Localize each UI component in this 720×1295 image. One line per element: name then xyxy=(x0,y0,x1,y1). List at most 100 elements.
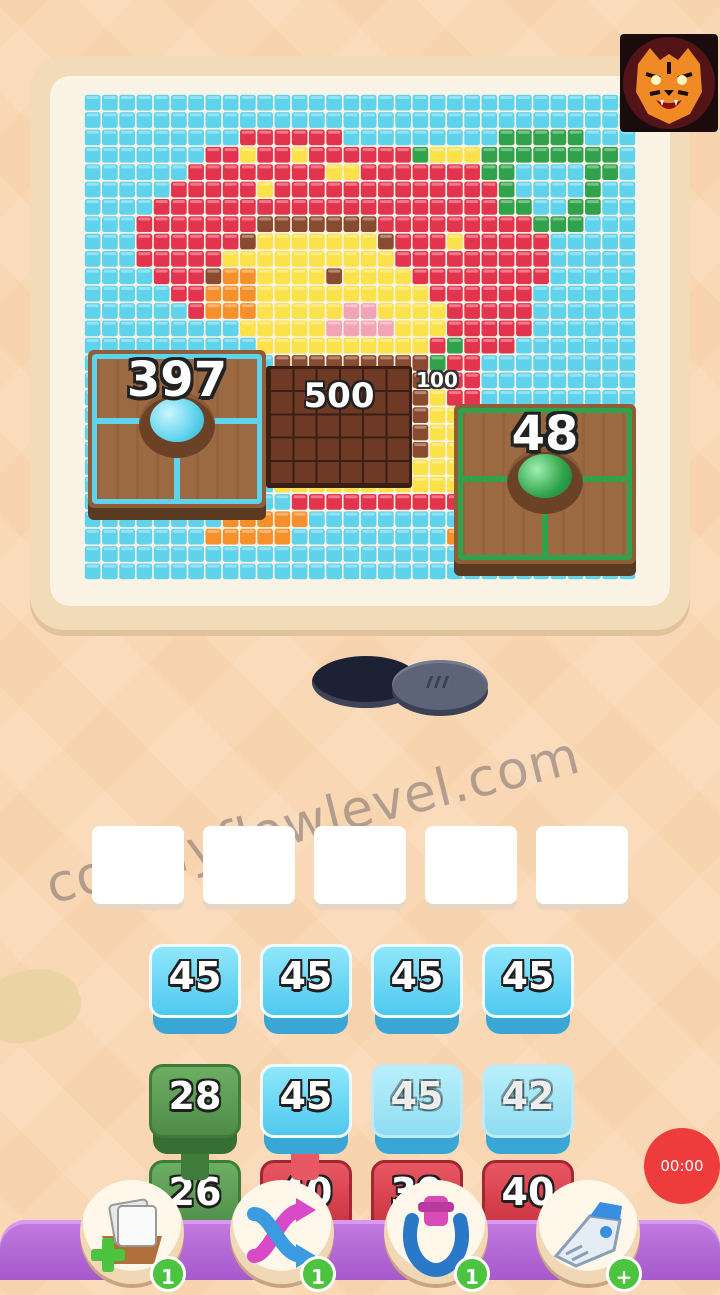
pixel-highlight xyxy=(431,148,444,152)
pixel-highlight xyxy=(241,321,254,325)
pixel-highlight xyxy=(466,234,479,238)
add-card-button[interactable]: 1 xyxy=(80,1180,186,1292)
pixel-highlight xyxy=(103,304,116,308)
pixel-highlight xyxy=(414,321,427,325)
pixel-highlight xyxy=(604,321,617,325)
pixel-highlight xyxy=(293,356,306,360)
pixel-highlight xyxy=(483,130,496,134)
pixel-highlight xyxy=(569,252,582,256)
pixel-highlight xyxy=(293,269,306,273)
pixel-highlight xyxy=(345,512,358,516)
pixel-highlight xyxy=(586,165,599,169)
tile-blue[interactable]: 45 xyxy=(149,944,241,1040)
pixel-highlight xyxy=(172,512,185,516)
pixel-highlight xyxy=(414,234,427,238)
pixel-highlight xyxy=(276,564,289,568)
vacuum-button[interactable]: + xyxy=(536,1180,642,1292)
pixel-highlight xyxy=(310,495,323,499)
pixel-highlight xyxy=(224,130,237,134)
pixel-highlight xyxy=(276,200,289,204)
pixel-highlight xyxy=(466,564,479,568)
pixel-highlight xyxy=(310,286,323,290)
pixel-highlight xyxy=(138,130,151,134)
pixel-highlight xyxy=(466,165,479,169)
pixel-highlight xyxy=(621,200,634,204)
pixel-highlight xyxy=(259,339,272,342)
pixel-highlight xyxy=(328,356,341,360)
pixel-highlight xyxy=(293,130,306,134)
pixel-highlight xyxy=(172,529,185,533)
pixel-highlight xyxy=(345,217,358,221)
pixel-highlight xyxy=(207,165,220,169)
magnet-button[interactable]: 1 xyxy=(384,1180,490,1292)
pixel-highlight xyxy=(155,304,168,308)
pixel-highlight xyxy=(328,286,341,290)
pixel-highlight xyxy=(276,269,289,273)
shuffle-button[interactable]: 1 xyxy=(230,1180,336,1292)
tile-green: 28 xyxy=(149,1064,241,1160)
tile-blue[interactable]: 45 xyxy=(371,944,463,1040)
pixel-highlight xyxy=(190,529,203,533)
pixel-highlight xyxy=(345,234,358,238)
pixel-highlight xyxy=(86,286,99,290)
empty-slot xyxy=(536,826,628,904)
pixel-highlight xyxy=(379,165,392,169)
pixel-highlight xyxy=(483,96,496,99)
pixel-highlight xyxy=(448,321,461,325)
pixel-highlight xyxy=(414,356,427,360)
pixel-highlight xyxy=(241,217,254,221)
pixel-highlight xyxy=(155,130,168,134)
pixel-highlight xyxy=(86,234,99,238)
pixel-highlight xyxy=(535,564,548,568)
tile-blue[interactable]: 45 xyxy=(260,1064,352,1160)
pixel-highlight xyxy=(517,130,530,134)
pixel-highlight xyxy=(500,339,513,342)
pixel-highlight xyxy=(414,286,427,290)
pixel-highlight xyxy=(569,113,582,117)
pixel-highlight xyxy=(431,200,444,204)
powerup-count: 1 xyxy=(300,1256,336,1292)
pixel-highlight xyxy=(604,130,617,134)
pixel-highlight xyxy=(586,269,599,273)
pixel-highlight xyxy=(431,512,444,516)
pixel-highlight xyxy=(414,512,427,516)
powerup-count: + xyxy=(606,1256,642,1292)
pixel-highlight xyxy=(466,113,479,117)
pixel-highlight xyxy=(155,252,168,256)
pixel-highlight xyxy=(155,529,168,533)
pixel-highlight xyxy=(379,564,392,568)
recording-timer[interactable]: 00:00 xyxy=(644,1128,720,1204)
pixel-highlight xyxy=(397,547,410,551)
tile-blue[interactable]: 45 xyxy=(482,944,574,1040)
pixel-highlight xyxy=(397,217,410,221)
pixel-highlight xyxy=(207,304,220,308)
pixel-highlight xyxy=(569,96,582,99)
tile-blue[interactable]: 45 xyxy=(260,944,352,1040)
pixel-highlight xyxy=(138,339,151,342)
pixel-highlight xyxy=(310,339,323,342)
pixel-highlight xyxy=(397,356,410,360)
pixel-highlight xyxy=(328,512,341,516)
pixel-highlight xyxy=(103,130,116,134)
pixel-highlight xyxy=(362,286,375,290)
pixel-highlight xyxy=(259,130,272,134)
pixel-highlight xyxy=(241,304,254,308)
pixel-highlight xyxy=(310,165,323,169)
pixel-highlight xyxy=(604,234,617,238)
pixel-highlight xyxy=(362,304,375,308)
pixel-highlight xyxy=(362,200,375,204)
pixel-highlight xyxy=(259,269,272,273)
pixel-highlight xyxy=(379,529,392,533)
pixel-highlight xyxy=(241,234,254,238)
pixel-highlight xyxy=(569,304,582,308)
pixel-highlight xyxy=(328,96,341,99)
pixel-highlight xyxy=(535,339,548,342)
pixel-highlight xyxy=(604,269,617,273)
pixel-highlight xyxy=(121,148,134,152)
pixel-highlight xyxy=(535,217,548,221)
pixel-highlight xyxy=(604,113,617,117)
pixel-highlight xyxy=(621,304,634,308)
pixel-highlight xyxy=(414,443,427,447)
pixel-highlight xyxy=(121,304,134,308)
pixel-highlight xyxy=(259,304,272,308)
